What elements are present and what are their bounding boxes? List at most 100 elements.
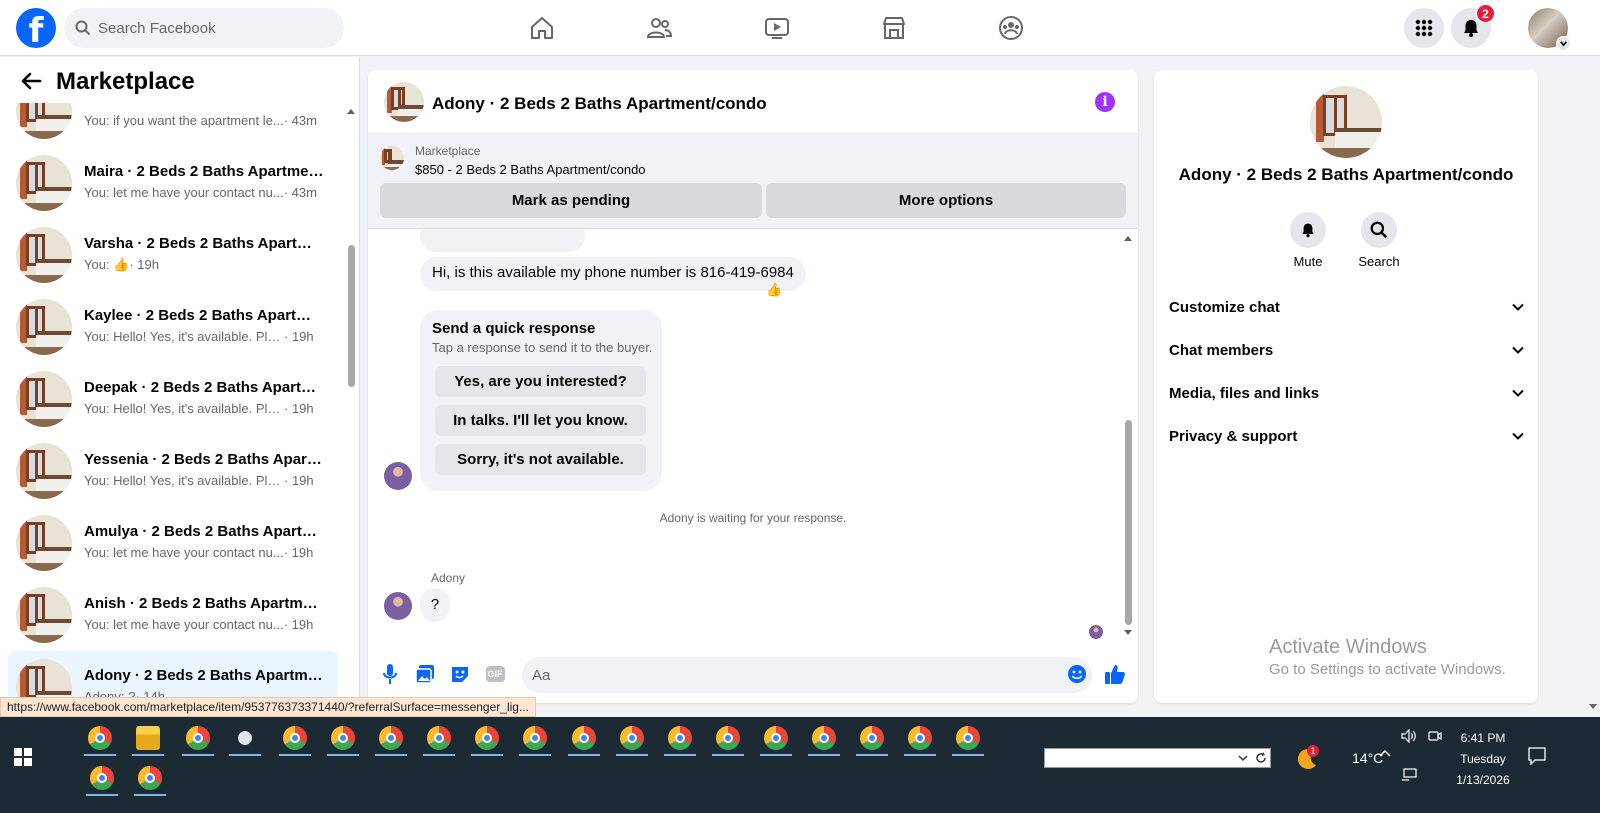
sender-name: Adony — [431, 571, 466, 585]
notification-center-icon[interactable] — [1528, 747, 1546, 768]
chrome-icon[interactable] — [331, 726, 355, 750]
scroll-down-arrow-icon[interactable] — [1589, 703, 1597, 710]
last-message-snippet: You: Hello! Yes, it's available. Pleas..… — [84, 401, 284, 416]
conversation-row[interactable]: Yessenia · 2 Beds 2 Baths Apartment/cond… — [8, 435, 338, 507]
info-icon[interactable]: i — [1095, 92, 1115, 112]
message-thread: Hi, is this available my phone number is… — [368, 230, 1138, 645]
thumbs-up-reaction-icon[interactable]: 👍 — [766, 282, 782, 298]
chrome-icon[interactable] — [572, 726, 596, 750]
file-explorer-icon[interactable] — [136, 726, 160, 750]
friends-icon[interactable] — [641, 10, 677, 46]
running-app-indicator — [808, 754, 840, 756]
facebook-logo[interactable]: f — [16, 8, 56, 48]
quick-response-in-talks-button[interactable]: In talks. I'll let you know. — [435, 405, 646, 436]
search-conversation-button[interactable]: Search — [1349, 212, 1409, 269]
mark-as-pending-button[interactable]: Mark as pending — [380, 183, 762, 218]
running-app-indicator — [182, 754, 214, 756]
sidebar-scrollbar[interactable] — [348, 245, 355, 387]
chat-scrollbar[interactable] — [1125, 420, 1132, 625]
conversation-row[interactable]: Deepak · 2 Beds 2 Baths Apartment/condo Y… — [8, 363, 338, 435]
chrome-icon[interactable] — [283, 726, 307, 750]
scroll-down-arrow-icon[interactable] — [1124, 629, 1132, 636]
chrome-icon[interactable] — [812, 726, 836, 750]
chrome-icon[interactable] — [716, 726, 740, 750]
mute-button[interactable]: Mute — [1278, 212, 1338, 269]
conversation-list: You: if you want the apartment le... · 43… — [8, 75, 338, 717]
section-label: Customize chat — [1169, 298, 1280, 316]
conversation-name: Varsha · 2 Beds 2 Baths Apartment/condo — [84, 235, 324, 252]
like-icon[interactable] — [1103, 662, 1127, 686]
conversation-row[interactable]: Anish · 2 Beds 2 Baths Apartment/condo Yo… — [8, 579, 338, 651]
message-bubble[interactable]: Hi, is this available my phone number is… — [420, 257, 806, 291]
chat-header: Adony · 2 Beds 2 Baths Apartment/condo i — [368, 70, 1138, 134]
search-box[interactable] — [64, 8, 344, 48]
volume-icon[interactable] — [1401, 728, 1417, 746]
marketplace-listing-bar: Marketplace $850 - 2 Beds 2 Baths Apartm… — [368, 134, 1138, 229]
running-app-indicator — [279, 754, 311, 756]
chrome-icon[interactable] — [379, 726, 403, 750]
listing-price-title[interactable]: $850 - 2 Beds 2 Baths Apartment/condo — [415, 162, 646, 177]
chrome-icon[interactable] — [90, 766, 114, 790]
chrome-icon[interactable] — [668, 726, 692, 750]
chat-title[interactable]: Adony · 2 Beds 2 Baths Apartment/condo — [432, 94, 767, 114]
conversation-row[interactable]: Varsha · 2 Beds 2 Baths Apartment/condo Y… — [8, 219, 338, 291]
back-arrow-icon[interactable] — [20, 71, 42, 94]
chrome-icon[interactable] — [186, 726, 210, 750]
message-bubble[interactable]: ? — [420, 588, 450, 622]
running-app-indicator — [84, 754, 116, 756]
chat-members-row[interactable]: Chat members — [1169, 332, 1525, 368]
sender-avatar[interactable] — [384, 592, 412, 620]
network-icon[interactable] — [1401, 768, 1417, 785]
chevron-up-icon[interactable] — [1378, 747, 1392, 764]
video-icon[interactable] — [759, 10, 795, 46]
sender-avatar[interactable] — [384, 462, 412, 490]
photo-icon[interactable] — [413, 662, 437, 686]
listing-thumbnail — [16, 587, 72, 643]
quick-response-yes-button[interactable]: Yes, are you interested? — [435, 366, 646, 397]
chrome-icon[interactable] — [764, 726, 788, 750]
groups-icon[interactable] — [993, 10, 1029, 46]
page-scrollbar[interactable] — [1586, 56, 1600, 717]
chrome-icon[interactable] — [88, 726, 112, 750]
chrome-icon[interactable] — [427, 726, 451, 750]
conversation-row[interactable]: Maira · 2 Beds 2 Baths Apartment/condo Yo… — [8, 147, 338, 219]
listing-photo[interactable] — [1310, 86, 1382, 158]
chrome-icon[interactable] — [956, 726, 980, 750]
emoji-icon[interactable] — [1065, 662, 1089, 686]
chrome-icon[interactable] — [523, 726, 547, 750]
notifications-button[interactable]: 2 — [1451, 4, 1495, 48]
home-icon[interactable] — [524, 10, 560, 46]
scroll-up-arrow-icon[interactable] — [1124, 235, 1132, 242]
running-app-indicator — [229, 754, 261, 756]
conversation-row[interactable]: Amulya · 2 Beds 2 Baths Apartment/condo Y… — [8, 507, 338, 579]
profile-avatar[interactable] — [1528, 8, 1571, 51]
search-input[interactable] — [98, 8, 328, 48]
refresh-icon[interactable] — [1255, 752, 1267, 764]
marketplace-icon[interactable] — [876, 10, 912, 46]
sticker-icon[interactable] — [448, 662, 472, 686]
clock[interactable]: 6:41 PM Tuesday 1/13/2026 — [1428, 728, 1538, 791]
chrome-icon[interactable] — [475, 726, 499, 750]
listing-thumbnail[interactable] — [384, 82, 424, 122]
windows-taskbar: 1 14°C 6:41 PM Tuesday 1/13/2026 — [0, 717, 1600, 813]
customize-chat-row[interactable]: Customize chat — [1169, 289, 1525, 325]
gif-icon[interactable]: GIF — [483, 662, 507, 686]
windows-start-icon[interactable] — [14, 748, 32, 769]
scroll-up-arrow-icon[interactable] — [347, 107, 355, 115]
chrome-icon[interactable] — [908, 726, 932, 750]
privacy-support-row[interactable]: Privacy & support — [1169, 418, 1525, 454]
running-app-indicator — [375, 754, 407, 756]
more-options-button[interactable]: More options — [766, 183, 1126, 218]
weather-app-icon[interactable] — [233, 726, 257, 750]
conversation-row[interactable]: Kaylee · 2 Beds 2 Baths Apartment/condo Y… — [8, 291, 338, 363]
address-dropdown[interactable] — [1044, 748, 1271, 768]
listing-thumbnail — [16, 155, 72, 211]
chrome-icon[interactable] — [138, 766, 162, 790]
quick-response-not-available-button[interactable]: Sorry, it's not available. — [435, 444, 646, 475]
microphone-icon[interactable] — [378, 662, 402, 686]
chrome-icon[interactable] — [620, 726, 644, 750]
chrome-icon[interactable] — [860, 726, 884, 750]
message-input[interactable] — [522, 657, 1092, 693]
menu-grid-button[interactable] — [1404, 8, 1444, 48]
media-files-links-row[interactable]: Media, files and links — [1169, 375, 1525, 411]
